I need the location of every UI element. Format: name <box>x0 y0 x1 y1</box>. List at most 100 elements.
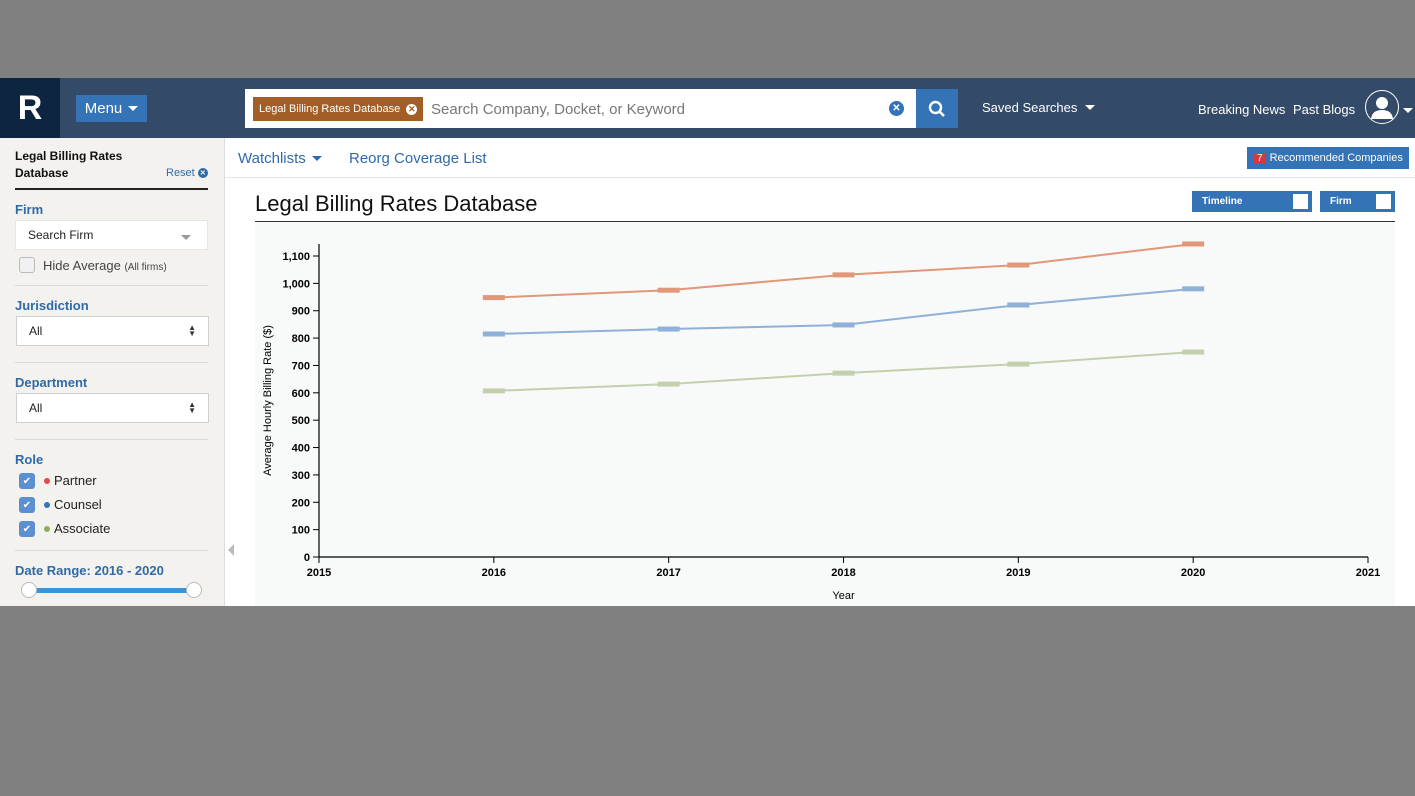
sidebar-title: Legal Billing Rates Database <box>15 149 123 180</box>
role-label-text: Partner <box>54 473 97 488</box>
close-icon[interactable]: ✕ <box>406 103 418 115</box>
sidebar: Legal Billing Rates Database Reset ✕ Firm… <box>0 138 225 606</box>
breaking-news-link[interactable]: Breaking News <box>1198 102 1285 117</box>
x-tick-label: 2020 <box>1181 567 1205 579</box>
hide-average-text: Hide Average <box>43 258 121 273</box>
top-bar: R Menu Legal Billing Rates Database ✕ ✕ S… <box>0 78 1415 138</box>
data-point-counsel <box>482 331 505 337</box>
chevron-down-icon <box>1085 105 1096 110</box>
reset-label: Reset <box>166 167 195 179</box>
x-tick-label: 2019 <box>1006 567 1030 579</box>
page-title: Legal Billing Rates Database <box>255 191 538 216</box>
search-button[interactable] <box>916 89 958 128</box>
toggle-label: Firm <box>1330 196 1352 207</box>
department-select[interactable]: All ▲ ▼ <box>16 393 209 423</box>
divider <box>15 188 208 190</box>
reset-button[interactable]: Reset ✕ <box>166 167 208 179</box>
y-tick-label: 300 <box>292 470 310 482</box>
department-value: All <box>29 401 43 415</box>
sort-icon: ▲ ▼ <box>188 400 196 415</box>
firm-toggle[interactable]: Firm <box>1320 191 1395 212</box>
reorg-coverage-link[interactable]: Reorg Coverage List <box>349 150 487 167</box>
y-tick-label: 100 <box>292 525 310 537</box>
y-tick-label: 700 <box>292 360 310 372</box>
role-counsel: Counsel <box>44 497 102 512</box>
user-avatar[interactable] <box>1365 90 1399 124</box>
data-point-associate <box>482 388 505 394</box>
y-tick-label: 0 <box>304 552 310 564</box>
chevron-down-icon[interactable] <box>1403 108 1413 113</box>
toggle-label: Timeline <box>1202 196 1243 207</box>
data-point-partner <box>832 272 855 278</box>
hide-average-checkbox[interactable] <box>19 257 35 273</box>
search-input[interactable] <box>431 97 871 121</box>
x-tick-label: 2017 <box>656 567 680 579</box>
saved-searches-dropdown[interactable]: Saved Searches <box>982 100 1096 115</box>
data-point-counsel <box>657 326 680 332</box>
past-blogs-link[interactable]: Past Blogs <box>1293 102 1355 117</box>
menu-button[interactable]: Menu <box>76 95 147 122</box>
associate-checkbox[interactable]: ✔ <box>19 521 35 537</box>
logo[interactable]: R <box>0 78 60 138</box>
watchlists-dropdown[interactable]: Watchlists <box>238 150 322 167</box>
x-tick-label: 2016 <box>482 567 506 579</box>
watchlists-label: Watchlists <box>238 150 306 167</box>
data-point-counsel <box>832 322 855 328</box>
role-label-text: Associate <box>54 521 111 536</box>
search-icon <box>928 100 945 117</box>
firm-placeholder: Search Firm <box>28 228 94 242</box>
collapse-sidebar-icon[interactable] <box>228 544 234 556</box>
partner-checkbox[interactable]: ✔ <box>19 473 35 489</box>
department-label: Department <box>15 375 88 390</box>
menu-label: Menu <box>84 100 123 117</box>
data-point-associate <box>832 370 855 376</box>
data-point-associate <box>657 381 680 387</box>
series-line-partner <box>493 242 1194 299</box>
x-tick-label: 2018 <box>831 567 855 579</box>
data-point-partner <box>657 287 680 293</box>
firm-search-select[interactable]: Search Firm <box>15 220 208 250</box>
timeline-toggle[interactable]: Timeline <box>1192 191 1312 212</box>
role-label-text: Counsel <box>54 497 102 512</box>
saved-searches-label: Saved Searches <box>982 100 1078 115</box>
y-tick-label: 400 <box>292 443 310 455</box>
data-point-partner <box>1182 241 1205 247</box>
role-partner: Partner <box>44 473 97 488</box>
x-tick-label: 2021 <box>1356 567 1380 579</box>
recommended-label: Recommended Companies <box>1269 152 1403 164</box>
date-range-label: Date Range: 2016 - 2020 <box>15 563 164 578</box>
divider <box>15 285 208 286</box>
chevron-down-icon <box>311 156 322 161</box>
recommended-companies-button[interactable]: 7 Recommended Companies <box>1247 147 1409 169</box>
jurisdiction-select[interactable]: All ▲ ▼ <box>16 316 209 346</box>
y-tick-label: 200 <box>292 497 310 509</box>
date-range-track <box>28 588 195 593</box>
divider <box>15 439 208 440</box>
divider <box>15 362 208 363</box>
clear-search-icon[interactable]: ✕ <box>889 101 904 116</box>
divider <box>15 550 208 551</box>
x-axis-label: Year <box>832 590 855 602</box>
chevron-down-icon <box>128 106 139 111</box>
y-tick-label: 600 <box>292 388 310 400</box>
data-point-counsel <box>1182 286 1205 292</box>
firm-label: Firm <box>15 202 44 217</box>
counsel-checkbox[interactable]: ✔ <box>19 497 35 513</box>
search-filter-chip[interactable]: Legal Billing Rates Database ✕ <box>253 97 424 121</box>
chip-label: Legal Billing Rates Database <box>259 103 401 115</box>
jurisdiction-value: All <box>29 324 43 338</box>
y-axis-label: Average Hourly Billing Rate ($) <box>262 325 274 476</box>
y-tick-label: 1,000 <box>282 278 310 290</box>
chevron-down-icon <box>181 235 191 240</box>
user-icon <box>1371 97 1393 119</box>
search-bar: Legal Billing Rates Database ✕ ✕ <box>245 89 916 128</box>
hide-average-label: Hide Average (All firms) <box>43 258 167 273</box>
role-associate: Associate <box>44 521 110 536</box>
counsel-dot <box>44 501 50 508</box>
count-badge: 7 <box>1254 152 1266 164</box>
sub-nav: Watchlists Reorg Coverage List 7 Recommen… <box>225 138 1415 178</box>
toggle-box <box>1293 194 1308 209</box>
billing-rate-chart: 0 100 200 300 400 500 600 700 800 900 1,000 1,100 20… <box>255 222 1395 606</box>
date-range-start-handle[interactable] <box>21 582 37 598</box>
date-range-end-handle[interactable] <box>186 582 202 598</box>
